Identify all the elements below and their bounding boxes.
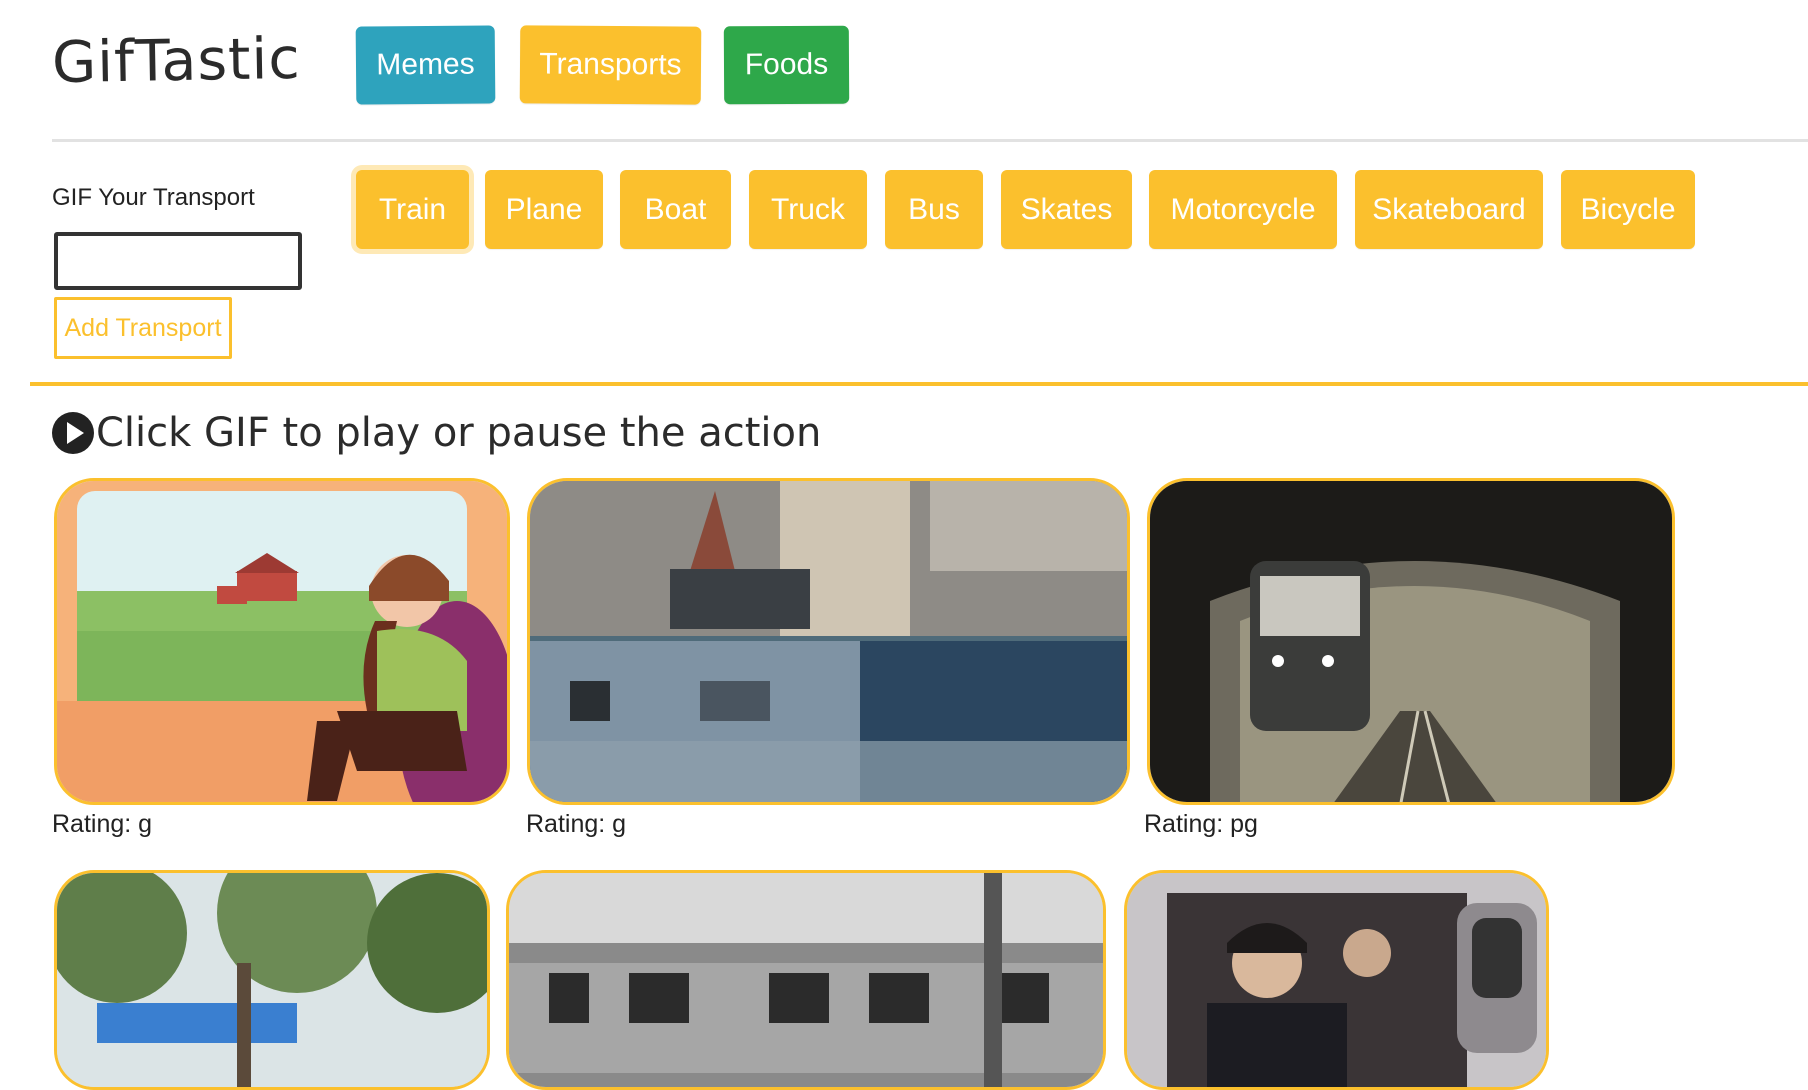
topic-button-plane[interactable]: Plane — [485, 170, 603, 249]
instruction-heading: Click GIF to play or pause the action — [52, 410, 821, 456]
section-divider — [30, 382, 1808, 386]
gif-rating-1: Rating: g — [52, 810, 153, 838]
header-divider — [52, 139, 1808, 142]
topic-button-bus[interactable]: Bus — [885, 170, 983, 249]
topic-button-skates[interactable]: Skates — [1001, 170, 1132, 249]
topic-button-truck[interactable]: Truck — [749, 170, 867, 249]
add-transport-button[interactable]: Add Transport — [54, 297, 232, 359]
topic-button-skateboard[interactable]: Skateboard — [1355, 170, 1543, 249]
app-logo: GifTastic — [51, 25, 302, 97]
gif-image-2[interactable] — [527, 478, 1130, 805]
gif-image-crowded-subway — [1127, 873, 1546, 1087]
topic-button-motorcycle[interactable]: Motorcycle — [1149, 170, 1337, 249]
add-transport-label: GIF Your Transport — [52, 184, 255, 211]
category-transports-button[interactable]: Transports — [519, 25, 702, 105]
gif-image-subway-tunnel — [1150, 481, 1672, 802]
gif-image-6[interactable] — [1124, 870, 1549, 1090]
gif-image-4[interactable] — [54, 870, 490, 1090]
topic-button-bicycle[interactable]: Bicycle — [1561, 170, 1695, 249]
gif-rating-3: Rating: pg — [1144, 810, 1258, 838]
gif-image-3[interactable] — [1147, 478, 1675, 805]
topic-button-train[interactable]: Train — [356, 170, 469, 249]
gif-image-trees-train — [57, 873, 487, 1087]
play-circle-icon — [52, 412, 94, 454]
gif-illustration-girl-train-window — [57, 481, 507, 802]
category-foods-button[interactable]: Foods — [723, 25, 850, 105]
transport-input[interactable] — [54, 232, 302, 290]
instruction-text: Click GIF to play or pause the action — [96, 410, 822, 456]
topic-button-boat[interactable]: Boat — [620, 170, 731, 249]
gif-image-1[interactable] — [54, 478, 510, 805]
gif-image-city-train — [530, 481, 1127, 802]
gif-image-bw-train — [509, 873, 1103, 1087]
gif-image-5[interactable] — [506, 870, 1106, 1090]
category-memes-button[interactable]: Memes — [355, 25, 496, 105]
gif-rating-2: Rating: g — [526, 810, 627, 838]
